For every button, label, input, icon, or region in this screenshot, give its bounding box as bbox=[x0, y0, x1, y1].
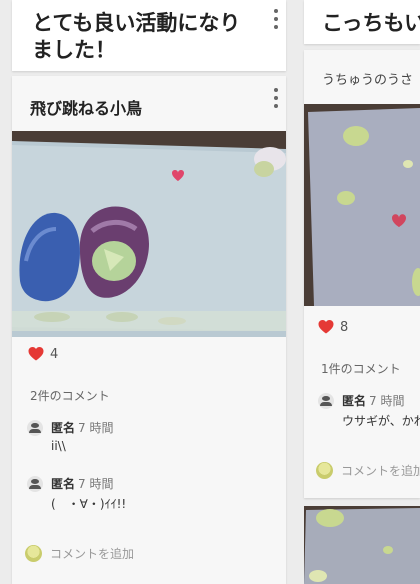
header-title-right: こっちもい bbox=[322, 11, 420, 35]
heart-icon[interactable] bbox=[28, 346, 44, 362]
comment-time: 7 時間 bbox=[78, 477, 114, 491]
post-photo-next[interactable] bbox=[304, 506, 420, 584]
post-subtitle: うちゅうのうさ bbox=[322, 73, 414, 88]
like-row: 8 bbox=[318, 319, 348, 335]
add-comment-label: コメントを追加 bbox=[341, 464, 420, 478]
add-comment-button[interactable]: コメントを追加 bbox=[316, 462, 420, 479]
comment-author: 匿名 bbox=[342, 394, 367, 408]
header-title-left: とても良い活動になりました！ bbox=[32, 11, 241, 62]
artwork-image bbox=[12, 131, 286, 337]
artwork-image bbox=[304, 104, 420, 306]
more-options-icon[interactable] bbox=[273, 9, 279, 29]
comment-text: ( ・∀・)ｲｲ!! bbox=[51, 497, 127, 511]
comment-time: 7 時間 bbox=[369, 394, 405, 408]
add-comment-label: コメントを追加 bbox=[50, 547, 135, 561]
like-row: 4 bbox=[28, 346, 58, 362]
more-options-icon[interactable] bbox=[273, 88, 279, 108]
comment-count: 2件のコメント bbox=[30, 389, 110, 403]
avatar bbox=[27, 476, 43, 492]
comment-author: 匿名 bbox=[51, 421, 76, 435]
post-photo[interactable] bbox=[12, 131, 286, 337]
comment-time: 7 時間 bbox=[78, 421, 114, 435]
comment-item: 匿名 7 時間 ( ・∀・)ｲｲ!! bbox=[27, 475, 126, 512]
avatar bbox=[318, 393, 334, 409]
comment-text: ii\\ bbox=[51, 439, 66, 453]
comment-author: 匿名 bbox=[51, 477, 76, 491]
post-title: 飛び跳ねる小鳥 bbox=[30, 99, 143, 118]
like-count: 8 bbox=[340, 319, 349, 335]
post-photo[interactable] bbox=[304, 104, 420, 306]
heart-icon[interactable] bbox=[318, 319, 334, 335]
user-avatar-icon bbox=[316, 462, 333, 479]
artwork-image bbox=[304, 506, 420, 584]
comment-item: 匿名 7 時間 ii\\ bbox=[27, 419, 113, 453]
user-avatar-icon bbox=[25, 545, 42, 562]
add-comment-button[interactable]: コメントを追加 bbox=[25, 545, 134, 562]
comment-item: 匿名 7 時間 ウサギが、かわ bbox=[318, 392, 420, 429]
comment-count: 1件のコメント bbox=[321, 362, 401, 376]
like-count: 4 bbox=[50, 346, 59, 362]
avatar bbox=[27, 420, 43, 436]
comment-text: ウサギが、かわ bbox=[342, 414, 420, 428]
